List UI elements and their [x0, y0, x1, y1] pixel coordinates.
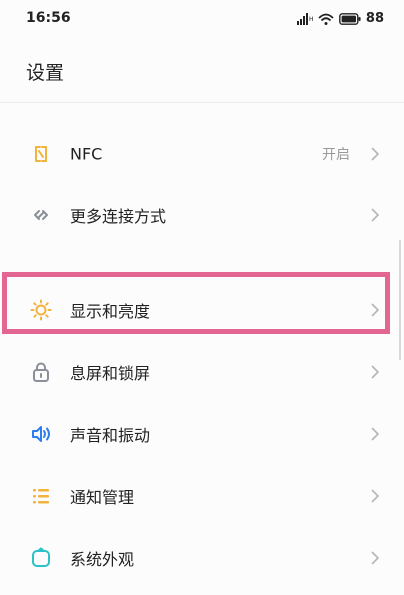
- battery-icon: [339, 12, 361, 25]
- settings-item-label: 系统外观: [70, 550, 135, 569]
- chevron-right-icon: [370, 364, 380, 380]
- settings-item-nfc[interactable]: NFC 开启: [0, 127, 404, 181]
- settings-item-more-connections[interactable]: 更多连接方式: [0, 188, 404, 242]
- chevron-right-icon: [370, 426, 380, 442]
- settings-item-label: 声音和振动: [70, 426, 151, 445]
- chevron-right-icon: [370, 207, 380, 223]
- scrollbar[interactable]: [399, 240, 401, 360]
- settings-item-notifications[interactable]: 通知管理: [0, 469, 404, 523]
- settings-item-appearance[interactable]: 系统外观: [0, 531, 404, 585]
- settings-item-label: 更多连接方式: [70, 207, 167, 226]
- settings-item-display-brightness[interactable]: 显示和亮度: [0, 283, 404, 337]
- sun-icon: [30, 299, 52, 321]
- lock-icon: [30, 361, 52, 383]
- status-time: 16:56: [26, 10, 71, 26]
- settings-item-lock-screen[interactable]: 息屏和锁屏: [0, 345, 404, 399]
- settings-item-label: NFC: [70, 144, 103, 164]
- signal-icon: H: [296, 12, 313, 25]
- chevron-right-icon: [370, 488, 380, 504]
- speaker-icon: [30, 423, 52, 445]
- page-title: 设置: [26, 62, 65, 84]
- nfc-icon: [30, 143, 52, 165]
- settings-item-label: 显示和亮度: [70, 302, 151, 321]
- chevron-right-icon: [370, 550, 380, 566]
- chevron-right-icon: [370, 302, 380, 318]
- svg-text:H: H: [309, 16, 313, 23]
- wifi-icon: [318, 13, 334, 25]
- title-divider: [0, 102, 404, 103]
- list-icon: [30, 485, 52, 507]
- status-bar: 16:56 H 88: [0, 0, 404, 40]
- settings-screen: 16:56 H 88 设置 NFC 开启 更多连接方式 显示和亮度 息屏和锁屏 …: [0, 0, 404, 595]
- battery-level: 88: [365, 11, 384, 26]
- settings-item-sound-vibration[interactable]: 声音和振动: [0, 407, 404, 461]
- status-icons: H 88: [296, 11, 384, 26]
- link-icon: [30, 204, 52, 226]
- settings-item-label: 息屏和锁屏: [70, 364, 151, 383]
- settings-item-label: 通知管理: [70, 488, 135, 507]
- settings-item-value: 开启: [322, 147, 350, 163]
- chevron-right-icon: [370, 146, 380, 162]
- appearance-icon: [30, 547, 52, 569]
